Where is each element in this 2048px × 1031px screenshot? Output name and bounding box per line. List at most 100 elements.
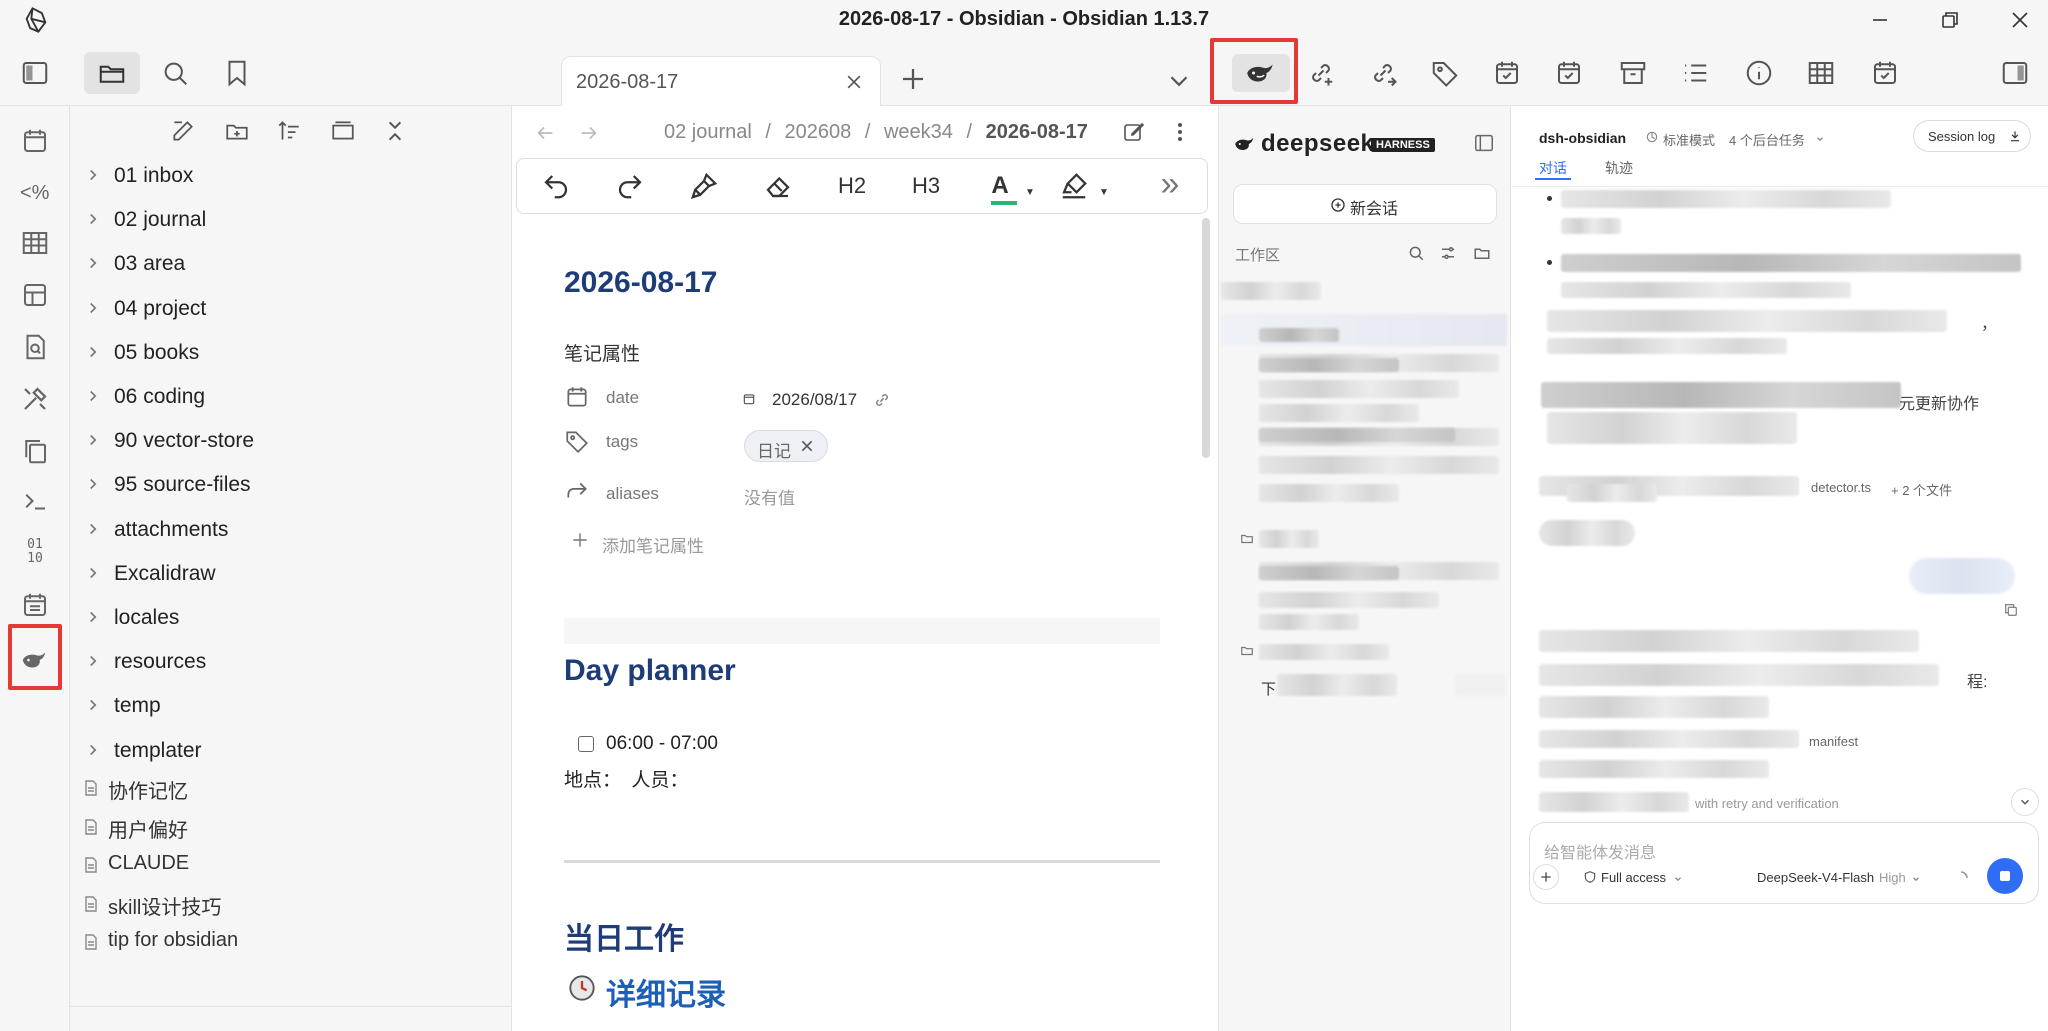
remove-tag-icon[interactable] [799, 438, 815, 454]
sort-icon[interactable] [276, 118, 302, 144]
heading-2-button[interactable]: H2 [835, 169, 869, 203]
terminal-icon[interactable] [20, 486, 50, 516]
calendar-check-icon[interactable] [1492, 58, 1522, 88]
binary-icon[interactable]: 01 10 [20, 538, 50, 568]
breadcrumb-part[interactable]: 202608 [785, 121, 852, 143]
highlight-icon[interactable] [1057, 169, 1091, 203]
chevron-right-icon[interactable] [84, 520, 102, 538]
prop-key-aliases[interactable]: aliases [606, 484, 659, 504]
copy-icon[interactable] [20, 436, 50, 466]
eraser-icon[interactable] [761, 169, 795, 203]
blurred-item[interactable] [1259, 404, 1419, 422]
prop-key-tags[interactable]: tags [606, 432, 638, 452]
file-search-icon[interactable] [20, 332, 50, 362]
breadcrumb-part[interactable]: 02 journal [664, 121, 752, 143]
search-icon[interactable] [160, 58, 190, 88]
chevron-right-icon[interactable] [84, 475, 102, 493]
tag-chip[interactable]: 日记 [744, 430, 828, 462]
editor-scrollbar[interactable] [1202, 218, 1210, 458]
blurred-item[interactable] [1259, 592, 1439, 608]
edit-mode-icon[interactable] [1122, 120, 1146, 144]
tab-trace[interactable]: 轨迹 [1605, 158, 1633, 178]
sidebar-toggle-icon[interactable] [1473, 132, 1495, 154]
chevron-right-icon[interactable] [84, 343, 102, 361]
calendar-check-3-icon[interactable] [1870, 58, 1900, 88]
workspace-search-icon[interactable] [1407, 244, 1425, 262]
prop-value-aliases[interactable]: 没有值 [744, 484, 795, 509]
mode-label[interactable]: 标准模式 [1663, 130, 1715, 149]
heading-3-button[interactable]: H3 [909, 169, 943, 203]
bg-tasks-chevron-icon[interactable] [1815, 134, 1825, 144]
model-name[interactable]: DeepSeek-V4-Flash [1757, 870, 1874, 885]
more-options-icon[interactable] [1168, 120, 1192, 144]
bg-tasks[interactable]: 4 个后台任务 [1729, 130, 1805, 149]
message-input[interactable]: 给智能体发消息 [1544, 839, 1656, 863]
chevron-right-icon[interactable] [84, 696, 102, 714]
blurred-item[interactable] [1259, 380, 1459, 398]
tab-list-chevron-down-icon[interactable] [1164, 66, 1188, 90]
properties-header[interactable]: 笔记属性 [564, 339, 640, 366]
chevron-right-icon[interactable] [84, 254, 102, 272]
new-folder-workspace-icon[interactable] [1473, 244, 1491, 262]
calendar-check-2-icon[interactable] [1554, 58, 1584, 88]
add-property-button[interactable]: 添加笔记属性 [602, 532, 704, 557]
blurred-item[interactable] [1259, 530, 1319, 548]
stop-button[interactable] [1987, 858, 2023, 894]
blurred-item[interactable] [1259, 456, 1499, 474]
calendar-icon[interactable] [20, 126, 50, 156]
info-icon[interactable] [1744, 58, 1774, 88]
redo-icon[interactable] [613, 169, 647, 203]
task-checkbox[interactable] [578, 736, 594, 752]
blurred-item[interactable] [1259, 644, 1389, 660]
layout-icon[interactable] [20, 280, 50, 310]
new-folder-icon[interactable] [224, 118, 250, 144]
effort-level[interactable]: High [1879, 870, 1906, 885]
session-log-button[interactable]: Session log [1913, 120, 2031, 152]
breadcrumb-part[interactable]: week34 [884, 121, 953, 143]
blurred-item[interactable] [1259, 614, 1359, 630]
chevron-right-icon[interactable] [84, 299, 102, 317]
chevron-right-icon[interactable] [84, 166, 102, 184]
add-property-plus-icon[interactable] [570, 530, 590, 550]
files-tab-button[interactable] [84, 52, 140, 94]
new-tab-icon[interactable] [898, 64, 923, 89]
list-icon[interactable] [1680, 58, 1710, 88]
chevron-right-icon[interactable] [84, 210, 102, 228]
chevron-right-icon[interactable] [84, 608, 102, 626]
minimize-icon[interactable] [1868, 8, 1892, 32]
format-painter-icon[interactable] [687, 169, 721, 203]
bookmark-icon[interactable] [222, 58, 252, 88]
link-out-icon[interactable] [1368, 58, 1398, 88]
highlight-dropdown-icon[interactable]: ▼ [1099, 187, 1109, 198]
chevron-right-icon[interactable] [84, 564, 102, 582]
new-note-icon[interactable] [170, 118, 196, 144]
toggle-right-sidebar-icon[interactable] [2000, 58, 2030, 88]
blurred-item[interactable] [1277, 674, 1397, 696]
model-chevron-icon[interactable] [1911, 874, 1921, 884]
prop-key-date[interactable]: date [606, 388, 639, 408]
attach-button[interactable] [1533, 864, 1559, 890]
close-window-icon[interactable] [2008, 8, 2032, 32]
collapse-all-icon[interactable] [382, 118, 408, 144]
filter-icon[interactable] [1439, 244, 1457, 262]
toggle-left-sidebar-icon[interactable] [20, 58, 50, 88]
undo-icon[interactable] [539, 169, 573, 203]
close-tab-icon[interactable] [844, 72, 864, 92]
more-files[interactable]: + 2 个文件 [1891, 480, 1952, 499]
workspace-item-prefix[interactable]: 下 [1261, 678, 1276, 699]
font-color-dropdown-icon[interactable]: ▼ [1025, 187, 1035, 198]
new-chat-button[interactable]: 新会话 [1233, 184, 1497, 224]
scroll-down-button[interactable] [2011, 788, 2039, 816]
auto-reveal-icon[interactable] [330, 118, 356, 144]
table-icon[interactable] [1806, 58, 1836, 88]
archive-icon[interactable] [1618, 58, 1648, 88]
link-add-icon[interactable] [1306, 58, 1336, 88]
chevron-right-icon[interactable] [84, 652, 102, 670]
calendar-list-icon[interactable] [20, 590, 50, 620]
chevron-right-icon[interactable] [84, 431, 102, 449]
font-color-button[interactable]: A [983, 169, 1017, 203]
more-tools-button[interactable]: » [1153, 167, 1187, 203]
copy-message-icon[interactable] [2003, 602, 2019, 618]
tab-chat[interactable]: 对话 [1539, 158, 1567, 178]
blurred-item[interactable] [1221, 282, 1321, 300]
